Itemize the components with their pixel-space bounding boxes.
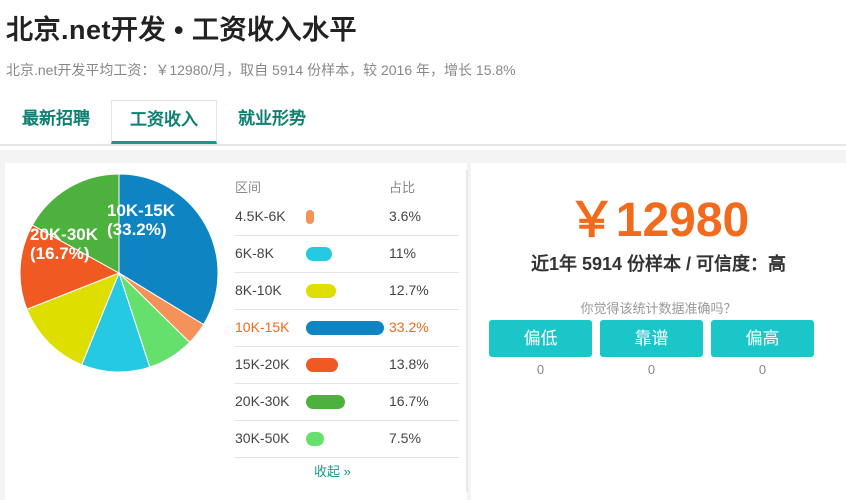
table-row: 15K-20K 13.8%	[235, 346, 459, 384]
ratio-bar	[306, 284, 336, 298]
sample-credibility: 近1年 5914 份样本 / 可信度：高	[530, 254, 787, 274]
ratio-bar	[306, 247, 332, 261]
collapse-link[interactable]: 收起 »	[314, 461, 351, 480]
vote-high-button[interactable]: 偏高	[711, 320, 814, 357]
ratio-bar	[306, 321, 384, 335]
page-subtitle: 北京.net开发平均工资：￥12980/月，取自 5914 份样本，较 2016…	[6, 62, 516, 78]
range-label: 4.5K-6K	[235, 208, 286, 224]
ratio-bar	[306, 358, 339, 372]
range-label: 8K-10K	[235, 282, 282, 298]
column-header-ratio: 占比	[389, 180, 416, 195]
range-label: 30K-50K	[235, 430, 290, 446]
ratio-value: 7.5%	[389, 430, 421, 446]
range-label: 15K-20K	[235, 356, 290, 372]
tab-salary[interactable]: 工资收入	[111, 100, 217, 144]
tab-bar: 最新招聘 工资收入 就业形势	[0, 100, 846, 146]
pie-label-20k-30k: 20K-30K (16.7%)	[30, 225, 98, 263]
pie-label-20k-30k-range: 20K-30K	[30, 225, 99, 244]
range-label: 6K-8K	[235, 245, 274, 261]
vote-high-count: 0	[758, 362, 767, 377]
accuracy-question: 你觉得该统计数据准确吗？	[580, 301, 737, 316]
ratio-value: 12.7%	[389, 282, 429, 298]
panel-divider	[466, 170, 468, 492]
range-label: 20K-30K	[235, 393, 290, 409]
pie-label-10k-15k: 10K-15K (33.2%)	[107, 201, 175, 239]
column-header-range: 区间	[235, 180, 262, 195]
tab-employment[interactable]: 就业形势	[222, 100, 322, 140]
ratio-value: 16.7%	[389, 393, 429, 409]
ratio-bar	[306, 432, 324, 446]
ratio-value: 33.2%	[389, 319, 429, 335]
pie-label-10k-15k-pct: (33.2%)	[107, 220, 167, 239]
vote-low-count: 0	[536, 362, 545, 377]
table-row: 4.5K-6K 3.6%	[235, 198, 459, 236]
ratio-value: 3.6%	[389, 208, 421, 224]
table-row: 10K-15K 33.2%	[235, 309, 459, 347]
average-salary: ￥12980	[567, 194, 750, 247]
pie-label-20k-30k-pct: (16.7%)	[30, 244, 90, 263]
ratio-bar	[306, 210, 315, 224]
vote-reliable-button[interactable]: 靠谱	[600, 320, 703, 357]
vote-low-button[interactable]: 偏低	[489, 320, 592, 357]
pie-label-10k-15k-range: 10K-15K	[107, 201, 176, 220]
ratio-bar	[306, 395, 346, 409]
table-row: 8K-10K 12.7%	[235, 272, 459, 310]
tab-latest-jobs[interactable]: 最新招聘	[6, 100, 106, 140]
ratio-value: 13.8%	[389, 356, 429, 372]
range-label: 10K-15K	[235, 319, 290, 335]
ratio-value: 11%	[389, 245, 416, 261]
page-title: 北京.net开发 • 工资收入水平	[6, 15, 357, 45]
table-row: 30K-50K 7.5%	[235, 420, 459, 458]
table-row: 6K-8K 11%	[235, 235, 459, 273]
table-row: 20K-30K 16.7%	[235, 383, 459, 421]
vote-reliable-count: 0	[647, 362, 656, 377]
